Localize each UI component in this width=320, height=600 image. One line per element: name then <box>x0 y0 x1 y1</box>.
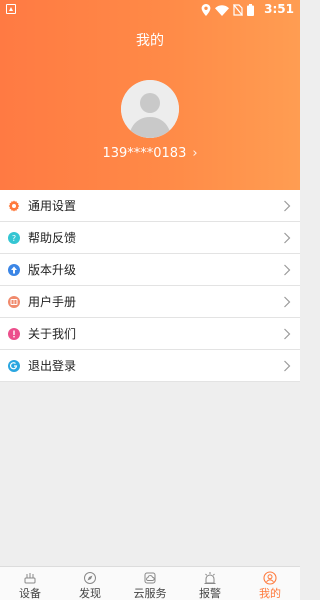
chevron-right-icon <box>284 360 291 372</box>
menu-item-label: 退出登录 <box>28 359 77 373</box>
logout-icon <box>8 360 20 372</box>
tab-label: 我的 <box>259 587 281 600</box>
menu-item-help-feedback[interactable]: ? 帮助反馈 <box>0 222 300 254</box>
gear-icon <box>8 200 20 212</box>
tab-label: 设备 <box>19 587 41 600</box>
chevron-right-icon <box>284 296 291 308</box>
no-sim-icon <box>233 4 243 16</box>
menu-item-label: 版本升级 <box>28 263 77 277</box>
tab-cloud-service[interactable]: 云服务 <box>120 567 180 600</box>
chevron-right-icon <box>284 328 291 340</box>
menu-item-user-manual[interactable]: 用户手册 <box>0 286 300 318</box>
tab-label: 报警 <box>199 587 221 600</box>
app-notification-icon <box>6 4 16 14</box>
phone-number-link[interactable]: 139****0183 › <box>0 146 300 161</box>
bottom-tab-bar: 设备 发现 云服务 报警 我的 <box>0 566 300 600</box>
menu-item-version-upgrade[interactable]: 版本升级 <box>0 254 300 286</box>
tab-profile[interactable]: 我的 <box>240 567 300 600</box>
tab-discover[interactable]: 发现 <box>60 567 120 600</box>
status-bar: 3:51 <box>0 0 300 20</box>
discover-icon <box>84 572 96 584</box>
settings-menu: 通用设置 ? 帮助反馈 版本升级 用户手册 关于我们 退出登录 <box>0 190 300 382</box>
phone-number: 139****0183 <box>102 146 187 161</box>
device-icon <box>24 573 36 584</box>
manual-icon <box>8 296 20 308</box>
avatar[interactable] <box>121 80 179 138</box>
menu-item-label: 用户手册 <box>28 295 77 309</box>
location-icon <box>201 4 211 16</box>
menu-item-label: 关于我们 <box>28 327 77 341</box>
page-title: 我的 <box>136 33 164 49</box>
tab-device[interactable]: 设备 <box>0 567 60 600</box>
info-icon <box>8 328 20 340</box>
chevron-right-icon <box>284 232 291 244</box>
chevron-right-icon <box>284 264 291 276</box>
status-time: 3:51 <box>264 2 294 16</box>
profile-icon <box>263 571 277 585</box>
chevron-right-icon <box>284 200 291 212</box>
svg-text:?: ? <box>12 234 16 243</box>
upgrade-icon <box>8 264 20 276</box>
alarm-icon <box>204 572 216 584</box>
wifi-icon <box>215 4 229 16</box>
tab-alarm[interactable]: 报警 <box>180 567 240 600</box>
tab-label: 发现 <box>79 587 101 600</box>
menu-item-logout[interactable]: 退出登录 <box>0 350 300 382</box>
user-silhouette-icon <box>121 80 179 138</box>
menu-item-about-us[interactable]: 关于我们 <box>0 318 300 350</box>
cloud-service-icon <box>144 572 156 584</box>
profile-header: 3:51 我的 139****0183 › <box>0 0 300 190</box>
battery-icon <box>247 4 254 16</box>
help-icon: ? <box>8 232 20 244</box>
chevron-right-icon: › <box>192 146 198 161</box>
menu-item-general-settings[interactable]: 通用设置 <box>0 190 300 222</box>
menu-item-label: 通用设置 <box>28 199 77 213</box>
tab-label: 云服务 <box>133 587 167 600</box>
menu-item-label: 帮助反馈 <box>28 231 77 245</box>
